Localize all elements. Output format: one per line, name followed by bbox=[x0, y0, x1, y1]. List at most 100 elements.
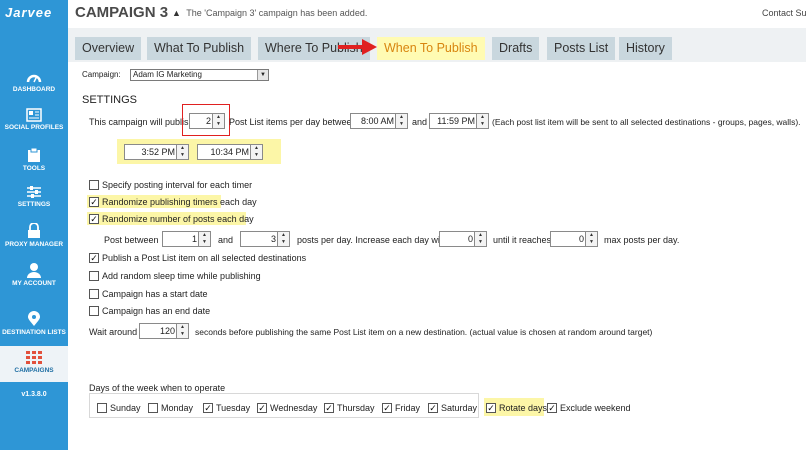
up-arrow-icon[interactable]: ▲ bbox=[251, 145, 262, 152]
interval-checkbox[interactable] bbox=[89, 180, 99, 190]
wait-label: Wait around bbox=[89, 327, 138, 337]
stepper-buttons[interactable]: ▲ ▼ bbox=[585, 232, 597, 246]
stepper-buttons[interactable]: ▲ ▼ bbox=[176, 324, 188, 338]
publish-note: (Each post list item will be sent to all… bbox=[492, 117, 801, 127]
down-arrow-icon[interactable]: ▼ bbox=[177, 152, 188, 159]
end-date-label: Campaign has an end date bbox=[102, 306, 211, 316]
stepper-buttons[interactable]: ▲ ▼ bbox=[198, 232, 210, 246]
settings-heading: SETTINGS bbox=[82, 94, 138, 106]
start-time-picker[interactable]: 8:00 AM ▲ ▼ bbox=[350, 113, 408, 129]
wait-seconds-stepper[interactable]: 120 ▲ ▼ bbox=[139, 323, 189, 339]
timer-1-picker[interactable]: 3:52 PM ▲ ▼ bbox=[124, 144, 189, 160]
publish-all-checkbox[interactable]: ✓ bbox=[89, 253, 99, 263]
end-time-value: 11:59 PM bbox=[437, 116, 475, 126]
stepper-buttons[interactable]: ▲ ▼ bbox=[176, 145, 188, 159]
sidebar-item-tools[interactable]: TOOLS bbox=[0, 147, 68, 177]
publish-count-stepper[interactable]: 2 ▲ ▼ bbox=[189, 113, 225, 129]
post-between-label: Post between bbox=[104, 235, 159, 245]
down-arrow-icon[interactable]: ▼ bbox=[475, 239, 486, 246]
up-arrow-icon[interactable]: ▲ bbox=[586, 232, 597, 239]
sidebar-item-label: MY ACCOUNT bbox=[12, 280, 56, 287]
randomize-timers-checkbox[interactable]: ✓ bbox=[89, 197, 99, 207]
day-sunday-label: Sunday bbox=[110, 403, 141, 413]
random-sleep-checkbox[interactable] bbox=[89, 271, 99, 281]
publish-count-value: 2 bbox=[205, 116, 211, 126]
post-max-value: 3 bbox=[270, 234, 276, 244]
sidebar-item-social-profiles[interactable]: SOCIAL PROFILES bbox=[0, 108, 68, 138]
down-arrow-icon[interactable]: ▼ bbox=[199, 239, 210, 246]
up-arrow-icon[interactable]: ▲ bbox=[177, 324, 188, 331]
stepper-buttons[interactable]: ▲ ▼ bbox=[212, 114, 224, 128]
down-arrow-icon[interactable]: ▼ bbox=[213, 121, 224, 128]
increase-value: 0 bbox=[467, 234, 473, 244]
start-time-value: 8:00 AM bbox=[360, 116, 394, 126]
stepper-buttons[interactable]: ▲ ▼ bbox=[250, 145, 262, 159]
sidebar-item-campaigns[interactable]: CAMPAIGNS bbox=[0, 346, 68, 382]
day-sunday-checkbox[interactable] bbox=[97, 403, 107, 413]
sidebar-item-my-account[interactable]: MY ACCOUNT bbox=[0, 262, 68, 292]
day-friday-checkbox[interactable]: ✓ bbox=[382, 403, 392, 413]
sidebar-item-label: CAMPAIGNS bbox=[14, 367, 54, 374]
start-date-checkbox[interactable] bbox=[89, 289, 99, 299]
end-date-checkbox[interactable] bbox=[89, 306, 99, 316]
day-tuesday-checkbox[interactable]: ✓ bbox=[203, 403, 213, 413]
down-arrow-icon[interactable]: ▼ bbox=[251, 152, 262, 159]
post-max-stepper[interactable]: 3 ▲ ▼ bbox=[240, 231, 290, 247]
interval-label: Specify posting interval for each timer bbox=[102, 180, 253, 190]
stepper-buttons[interactable]: ▲ ▼ bbox=[395, 114, 407, 128]
end-time-picker[interactable]: 11:59 PM ▲ ▼ bbox=[429, 113, 489, 129]
post-min-value: 1 bbox=[191, 234, 197, 244]
tab-what-to-publish[interactable]: What To Publish bbox=[147, 37, 252, 60]
sidebar-item-destination-lists[interactable]: DESTINATION LISTS bbox=[0, 311, 68, 341]
notification: ▲ The 'Campaign 3' campaign has been add… bbox=[172, 8, 367, 18]
days-label: Days of the week when to operate bbox=[89, 383, 226, 393]
down-arrow-icon[interactable]: ▼ bbox=[278, 239, 289, 246]
rotate-days-checkbox[interactable]: ✓ bbox=[486, 403, 496, 413]
day-thursday-label: Thursday bbox=[337, 403, 375, 413]
sidebar-item-dashboard[interactable]: DASHBOARD bbox=[0, 70, 68, 100]
sidebar-item-label: DASHBOARD bbox=[12, 86, 56, 93]
sidebar-item-settings[interactable]: SETTINGS bbox=[0, 185, 68, 215]
stepper-buttons[interactable]: ▲ ▼ bbox=[476, 114, 488, 128]
tab-drafts[interactable]: Drafts bbox=[492, 37, 540, 60]
day-saturday-checkbox[interactable]: ✓ bbox=[428, 403, 438, 413]
up-arrow-icon[interactable]: ▲ bbox=[477, 114, 488, 121]
up-arrow-icon[interactable]: ▲ bbox=[396, 114, 407, 121]
sidebar-item-label: SOCIAL PROFILES bbox=[4, 124, 64, 131]
stepper-buttons[interactable]: ▲ ▼ bbox=[277, 232, 289, 246]
post-min-stepper[interactable]: 1 ▲ ▼ bbox=[162, 231, 211, 247]
up-arrow-icon[interactable]: ▲ bbox=[213, 114, 224, 121]
randomize-posts-label: Randomize number of posts each day bbox=[102, 214, 254, 224]
publish-between-label: Post List items per day between bbox=[229, 117, 357, 127]
down-arrow-icon[interactable]: ▼ bbox=[396, 121, 407, 128]
day-friday-label: Friday bbox=[395, 403, 421, 413]
day-monday-checkbox[interactable] bbox=[148, 403, 158, 413]
tab-history[interactable]: History bbox=[619, 37, 672, 60]
day-wednesday-checkbox[interactable]: ✓ bbox=[257, 403, 267, 413]
exclude-weekend-label: Exclude weekend bbox=[560, 403, 631, 413]
stepper-buttons[interactable]: ▲ ▼ bbox=[474, 232, 486, 246]
timer-2-picker[interactable]: 10:34 PM ▲ ▼ bbox=[197, 144, 263, 160]
chevron-down-icon[interactable]: ▼ bbox=[257, 70, 268, 80]
sidebar-item-proxy-manager[interactable]: PROXY MANAGER bbox=[0, 223, 68, 253]
campaign-select[interactable]: Adam IG Marketing ▼ bbox=[130, 69, 269, 81]
sidebar-item-label: SETTINGS bbox=[17, 201, 51, 208]
down-arrow-icon[interactable]: ▼ bbox=[586, 239, 597, 246]
down-arrow-icon[interactable]: ▼ bbox=[477, 121, 488, 128]
increase-stepper[interactable]: 0 ▲ ▼ bbox=[439, 231, 487, 247]
tab-posts-list[interactable]: Posts List bbox=[547, 37, 616, 60]
social-profiles-icon bbox=[26, 108, 42, 122]
up-arrow-icon[interactable]: ▲ bbox=[199, 232, 210, 239]
max-limit-stepper[interactable]: 0 ▲ ▼ bbox=[550, 231, 598, 247]
red-arrow-annotation bbox=[338, 39, 377, 55]
up-arrow-icon[interactable]: ▲ bbox=[278, 232, 289, 239]
up-arrow-icon[interactable]: ▲ bbox=[177, 145, 188, 152]
exclude-weekend-checkbox[interactable]: ✓ bbox=[547, 403, 557, 413]
tab-when-to-publish[interactable]: When To Publish bbox=[377, 37, 485, 60]
day-thursday-checkbox[interactable]: ✓ bbox=[324, 403, 334, 413]
up-arrow-icon[interactable]: ▲ bbox=[475, 232, 486, 239]
contact-link[interactable]: Contact Su bbox=[762, 8, 806, 18]
tab-overview[interactable]: Overview bbox=[75, 37, 142, 60]
randomize-posts-checkbox[interactable]: ✓ bbox=[89, 214, 99, 224]
down-arrow-icon[interactable]: ▼ bbox=[177, 331, 188, 338]
